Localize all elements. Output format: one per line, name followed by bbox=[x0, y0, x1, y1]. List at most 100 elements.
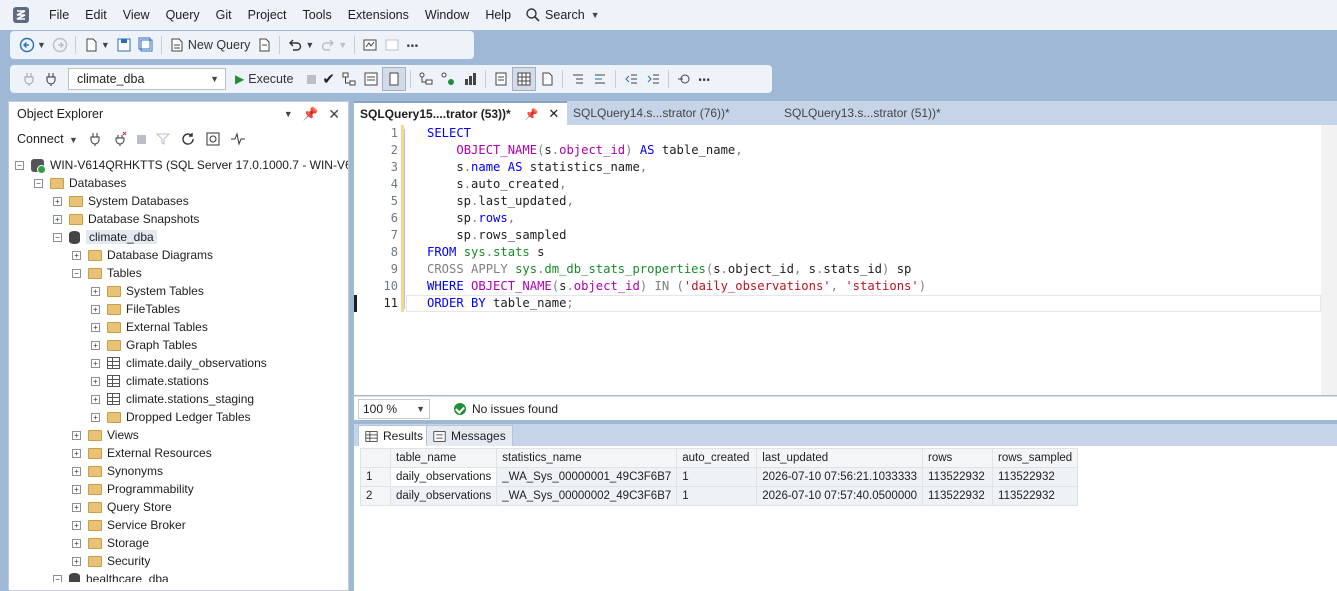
zoom-dropdown[interactable]: 100 % ▼ bbox=[358, 398, 430, 419]
decrease-indent-button[interactable] bbox=[620, 67, 642, 91]
client-stats-button[interactable] bbox=[459, 67, 481, 91]
redo-button[interactable]: ▼ bbox=[317, 33, 350, 57]
grid-cell[interactable]: 1 bbox=[676, 467, 758, 487]
increase-indent-button[interactable] bbox=[642, 67, 664, 91]
menu-edit[interactable]: Edit bbox=[77, 0, 115, 30]
expand-icon[interactable]: + bbox=[72, 502, 81, 512]
editor-vertical-scrollbar[interactable] bbox=[1321, 125, 1337, 395]
expand-icon[interactable]: + bbox=[91, 412, 100, 422]
tab-messages[interactable]: Messages bbox=[426, 425, 513, 446]
toolbar-more-button[interactable]: ⋯ bbox=[695, 67, 714, 91]
close-tab-icon[interactable]: ✕ bbox=[548, 106, 559, 122]
tree-node-dropped-ledger-tables[interactable]: + Dropped Ledger Tables bbox=[91, 408, 251, 426]
tree-node-security[interactable]: + Security bbox=[72, 552, 150, 570]
tab-sqlquery14[interactable]: SQLQuery14.s...strator (76))* bbox=[573, 101, 730, 125]
tree-node-server[interactable]: − WIN-V614QRHKTTS (SQL Server 17.0.1000.… bbox=[15, 156, 348, 174]
menu-help[interactable]: Help bbox=[477, 0, 519, 30]
issues-indicator[interactable]: No issues found bbox=[454, 402, 558, 416]
menu-extensions[interactable]: Extensions bbox=[340, 0, 417, 30]
column-header[interactable]: statistics_name bbox=[496, 448, 678, 468]
menu-query[interactable]: Query bbox=[158, 0, 208, 30]
disconnect-icon[interactable] bbox=[112, 131, 128, 147]
expand-icon[interactable]: + bbox=[91, 286, 100, 296]
summary-icon[interactable] bbox=[205, 131, 221, 147]
expand-icon[interactable]: + bbox=[72, 430, 81, 440]
save-all-button[interactable] bbox=[135, 33, 157, 57]
tree-node-database-snapshots[interactable]: + Database Snapshots bbox=[53, 210, 199, 228]
tree-node-views[interactable]: + Views bbox=[72, 426, 139, 444]
expand-icon[interactable]: + bbox=[72, 448, 81, 458]
tab-sqlquery13[interactable]: SQLQuery13.s...strator (51))* bbox=[784, 101, 941, 125]
grid-cell[interactable]: 1 bbox=[676, 486, 758, 506]
execute-button[interactable]: ▶ Execute bbox=[232, 67, 296, 91]
expand-icon[interactable]: + bbox=[72, 466, 81, 476]
tree-node-programmability[interactable]: + Programmability bbox=[72, 480, 194, 498]
undo-button[interactable]: ▼ bbox=[284, 33, 317, 57]
column-header[interactable]: rows bbox=[922, 448, 994, 468]
expand-icon[interactable]: + bbox=[53, 214, 62, 224]
display-plan-button[interactable] bbox=[338, 67, 360, 91]
grid-cell[interactable]: _WA_Sys_00000001_49C3F6B7 bbox=[496, 467, 678, 487]
tree-node-graph-tables[interactable]: + Graph Tables bbox=[91, 336, 197, 354]
tab-sqlquery15[interactable]: SQLQuery15....trator (53))* 📌 ✕ bbox=[354, 101, 567, 125]
activity-monitor-button[interactable] bbox=[359, 33, 381, 57]
uncomment-button[interactable] bbox=[589, 67, 611, 91]
query-file-button[interactable] bbox=[253, 33, 275, 57]
menu-file[interactable]: File bbox=[41, 0, 77, 30]
tree-node-healthcare-dba[interactable]: − healthcare_dba bbox=[53, 570, 169, 582]
tree-node-stations-staging[interactable]: + climate.stations_staging bbox=[91, 390, 254, 408]
expand-icon[interactable]: + bbox=[91, 340, 100, 350]
connect-dropdown[interactable]: Connect ▼ bbox=[17, 132, 78, 146]
menu-window[interactable]: Window bbox=[417, 0, 477, 30]
database-select[interactable]: climate_dba ▼ bbox=[68, 68, 226, 90]
connect-button[interactable] bbox=[18, 67, 40, 91]
comment-button[interactable] bbox=[567, 67, 589, 91]
tree-node-system-tables[interactable]: + System Tables bbox=[91, 282, 204, 300]
expand-icon[interactable]: + bbox=[72, 520, 81, 530]
grid-cell[interactable]: 2026-07-10 07:57:40.0500000 bbox=[756, 486, 924, 506]
tree-node-external-resources[interactable]: + External Resources bbox=[72, 444, 212, 462]
parse-button[interactable]: ✔ bbox=[319, 67, 338, 91]
filter-icon[interactable] bbox=[155, 131, 171, 147]
grid-cell[interactable]: 113522932 bbox=[922, 467, 994, 487]
row-number[interactable]: 2 bbox=[360, 486, 391, 506]
live-stats-button[interactable] bbox=[437, 67, 459, 91]
sql-editor[interactable]: 1 2 3 4 5 6 7 8 9 10 11 SELECT OBJECT_NA… bbox=[354, 125, 1337, 395]
change-connection-button[interactable] bbox=[40, 67, 62, 91]
expand-icon[interactable]: + bbox=[53, 196, 62, 206]
expand-icon[interactable]: + bbox=[72, 556, 81, 566]
grid-cell[interactable]: 2026-07-10 07:56:21.1033333 bbox=[756, 467, 924, 487]
tree-node-tables[interactable]: − Tables bbox=[72, 264, 142, 282]
column-header[interactable]: table_name bbox=[389, 448, 498, 468]
menu-view[interactable]: View bbox=[115, 0, 158, 30]
new-file-button[interactable]: ▼ bbox=[80, 33, 113, 57]
tree-node-system-databases[interactable]: + System Databases bbox=[53, 192, 189, 210]
column-header[interactable]: last_updated bbox=[756, 448, 924, 468]
grid-cell[interactable]: daily_observations bbox=[389, 467, 498, 487]
row-number[interactable]: 1 bbox=[360, 467, 391, 487]
refresh-icon[interactable] bbox=[180, 131, 196, 147]
collapse-icon[interactable]: − bbox=[15, 160, 24, 170]
forward-button[interactable] bbox=[49, 33, 71, 57]
column-header[interactable]: auto_created bbox=[676, 448, 758, 468]
tree-node-external-tables[interactable]: + External Tables bbox=[91, 318, 208, 336]
include-plan-button[interactable] bbox=[415, 67, 437, 91]
more-options-button[interactable]: ⋯ bbox=[403, 33, 422, 57]
menu-git[interactable]: Git bbox=[208, 0, 240, 30]
connect-plug-icon[interactable] bbox=[87, 131, 103, 147]
table-row[interactable]: 2 daily_observations _WA_Sys_00000002_49… bbox=[360, 486, 1079, 506]
results-to-grid-button[interactable] bbox=[511, 67, 536, 91]
menu-tools[interactable]: Tools bbox=[295, 0, 340, 30]
grid-cell[interactable]: _WA_Sys_00000002_49C3F6B7 bbox=[496, 486, 678, 506]
expand-icon[interactable]: + bbox=[91, 394, 100, 404]
collapse-icon[interactable]: − bbox=[53, 232, 62, 242]
tree-node-daily-observations[interactable]: + climate.daily_observations bbox=[91, 354, 267, 372]
pin-icon[interactable]: 📌 bbox=[525, 108, 539, 121]
query-options-button[interactable] bbox=[360, 67, 382, 91]
intellisense-button[interactable] bbox=[381, 67, 406, 91]
pin-icon[interactable]: 📌 bbox=[303, 107, 319, 122]
expand-icon[interactable]: + bbox=[91, 322, 100, 332]
search-menu[interactable]: Search ▼ bbox=[519, 7, 600, 23]
tree-node-stations[interactable]: + climate.stations bbox=[91, 372, 209, 390]
save-button[interactable] bbox=[113, 33, 135, 57]
